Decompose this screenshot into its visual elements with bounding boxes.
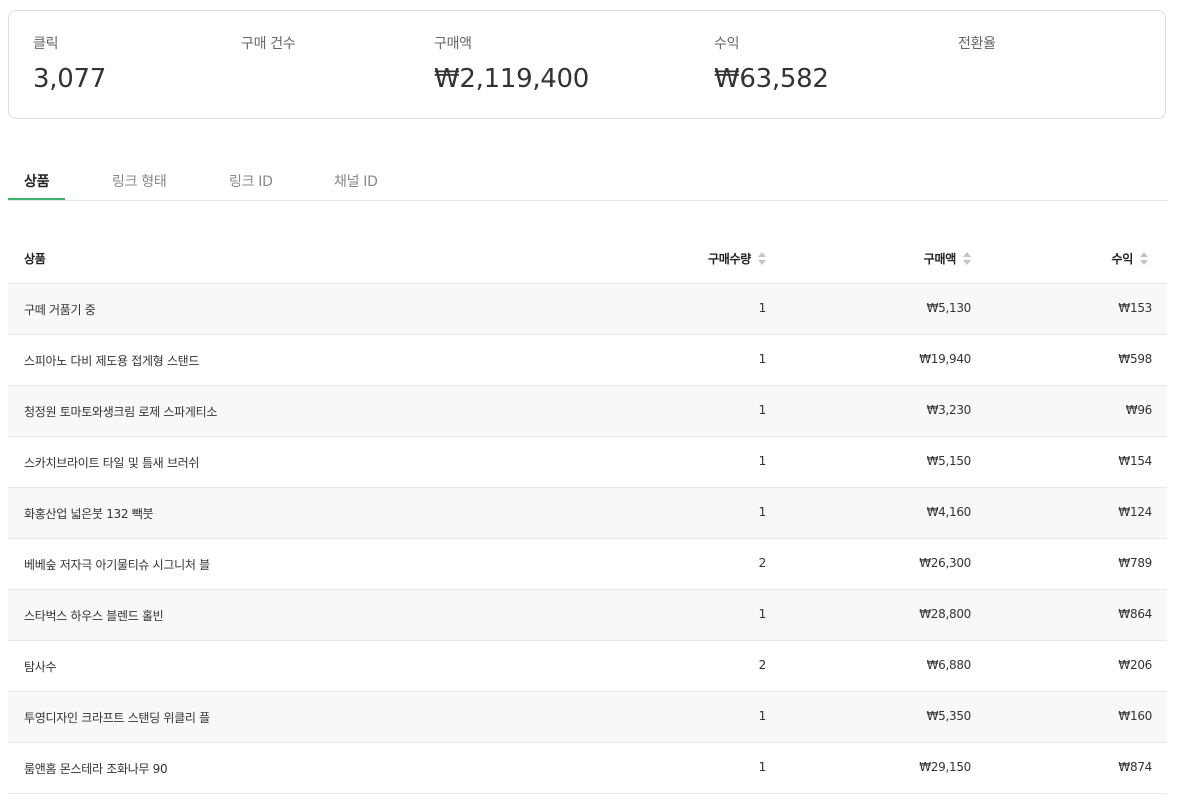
quantity-cell: 1 [758,352,767,366]
stat-revenue: 수익 ₩63,582 [714,33,829,94]
stat-label: 클릭 [33,36,59,52]
product-name-cell: 룸앤홈 몬스테라 조화나무 90 [24,762,168,776]
tab-product[interactable]: 상품 [8,171,66,200]
sort-icon[interactable] [758,252,766,265]
product-name-cell: 화홍산업 넓은붓 132 빽붓 [24,507,154,521]
table-row[interactable]: 화홍산업 넓은붓 132 빽붓 1 ₩4,160 ₩124 [8,488,1167,539]
header-quantity-label: 구매수량 [708,252,751,266]
quantity-cell: 1 [758,403,767,417]
stat-clicks: 클릭 3,077 [33,33,106,94]
product-table: 상품 구매수량 구매액 수익 구떼 거품기 중 1 ₩5,130 ₩153 스피아노 다… [8,233,1167,794]
table-row[interactable]: 스카치브라이트 타일 및 틈새 브러쉬 1 ₩5,150 ₩154 [8,437,1167,488]
summary-panel: 클릭 3,077 구매 건수 구매액 ₩2,119,400 수익 ₩63,582… [8,10,1166,119]
table-row[interactable]: 청정원 토마토와생크림 로제 스파게티소 1 ₩3,230 ₩96 [8,386,1167,437]
header-revenue-label: 수익 [1111,252,1134,266]
amount-cell: ₩6,880 [926,658,972,672]
tab-link-id[interactable]: 링크 ID [229,171,273,200]
stat-purchase-amount: 구매액 ₩2,119,400 [434,33,589,94]
product-name-cell: 스타벅스 하우스 블렌드 홀빈 [24,609,164,623]
stat-value: ₩63,582 [714,64,829,94]
quantity-cell: 1 [758,454,767,468]
table-body: 구떼 거품기 중 1 ₩5,130 ₩153 스피아노 다비 제도용 접게형 스탠드 1 ₩… [8,284,1167,794]
product-name-cell: 탐사수 [24,660,57,674]
product-name-cell: 구떼 거품기 중 [24,303,96,317]
quantity-cell: 1 [758,301,767,315]
amount-cell: ₩5,350 [926,709,972,723]
header-amount-label: 구매액 [923,252,957,266]
revenue-cell: ₩153 [1118,301,1152,315]
table-row[interactable]: 스타벅스 하우스 블렌드 홀빈 1 ₩28,800 ₩864 [8,590,1167,641]
stat-label: 수익 [714,36,740,52]
table-row[interactable]: 베베숲 저자극 아기물티슈 시그니처 블 2 ₩26,300 ₩789 [8,539,1167,590]
quantity-cell: 2 [758,556,767,570]
stat-conversion-rate: 전환율 [958,33,996,64]
product-name-cell: 투영디자인 크라프트 스탠딩 위클리 플 [24,711,210,725]
amount-cell: ₩29,150 [919,760,971,774]
quantity-cell: 1 [758,607,767,621]
revenue-cell: ₩598 [1118,352,1152,366]
quantity-cell: 1 [758,505,767,519]
table-row[interactable]: 룸앤홈 몬스테라 조화나무 90 1 ₩29,150 ₩874 [8,743,1167,794]
stat-label: 전환율 [958,36,996,52]
tab-link-type[interactable]: 링크 형태 [112,171,167,200]
sort-icon[interactable] [963,252,971,265]
header-product: 상품 [24,252,46,266]
table-row[interactable]: 탐사수 2 ₩6,880 ₩206 [8,641,1167,692]
revenue-cell: ₩124 [1118,505,1152,519]
stat-value: 3,077 [33,64,106,94]
amount-cell: ₩4,160 [926,505,972,519]
amount-cell: ₩5,130 [926,301,972,315]
stat-purchase-count: 구매 건수 [241,33,296,64]
product-name-cell: 스피아노 다비 제도용 접게형 스탠드 [24,354,200,368]
sort-icon[interactable] [1140,252,1148,265]
header-quantity[interactable]: 구매수량 [708,250,766,267]
quantity-cell: 1 [758,760,767,774]
amount-cell: ₩5,150 [926,454,972,468]
tab-channel-id[interactable]: 채널 ID [334,171,378,200]
table-header: 상품 구매수량 구매액 수익 [8,233,1167,284]
product-name-cell: 베베숲 저자극 아기물티슈 시그니처 블 [24,558,210,572]
amount-cell: ₩26,300 [919,556,971,570]
amount-cell: ₩3,230 [926,403,972,417]
table-row[interactable]: 투영디자인 크라프트 스탠딩 위클리 플 1 ₩5,350 ₩160 [8,692,1167,743]
table-row[interactable]: 구떼 거품기 중 1 ₩5,130 ₩153 [8,284,1167,335]
amount-cell: ₩19,940 [919,352,971,366]
revenue-cell: ₩874 [1118,760,1152,774]
stat-value: ₩2,119,400 [434,64,590,94]
revenue-cell: ₩864 [1118,607,1152,621]
revenue-cell: ₩789 [1118,556,1152,570]
amount-cell: ₩28,800 [919,607,971,621]
quantity-cell: 1 [758,709,767,723]
stat-label: 구매 건수 [241,36,296,52]
product-name-cell: 청정원 토마토와생크림 로제 스파게티소 [24,405,218,419]
product-name-cell: 스카치브라이트 타일 및 틈새 브러쉬 [24,456,200,470]
table-row[interactable]: 스피아노 다비 제도용 접게형 스탠드 1 ₩19,940 ₩598 [8,335,1167,386]
revenue-cell: ₩96 [1125,403,1153,417]
header-amount[interactable]: 구매액 [923,250,971,267]
revenue-cell: ₩160 [1118,709,1152,723]
stat-label: 구매액 [434,36,472,52]
revenue-cell: ₩154 [1118,454,1152,468]
header-revenue[interactable]: 수익 [1111,250,1148,267]
quantity-cell: 2 [758,658,767,672]
revenue-cell: ₩206 [1118,658,1152,672]
tab-bar: 상품 링크 형태 링크 ID 채널 ID [8,160,1167,201]
